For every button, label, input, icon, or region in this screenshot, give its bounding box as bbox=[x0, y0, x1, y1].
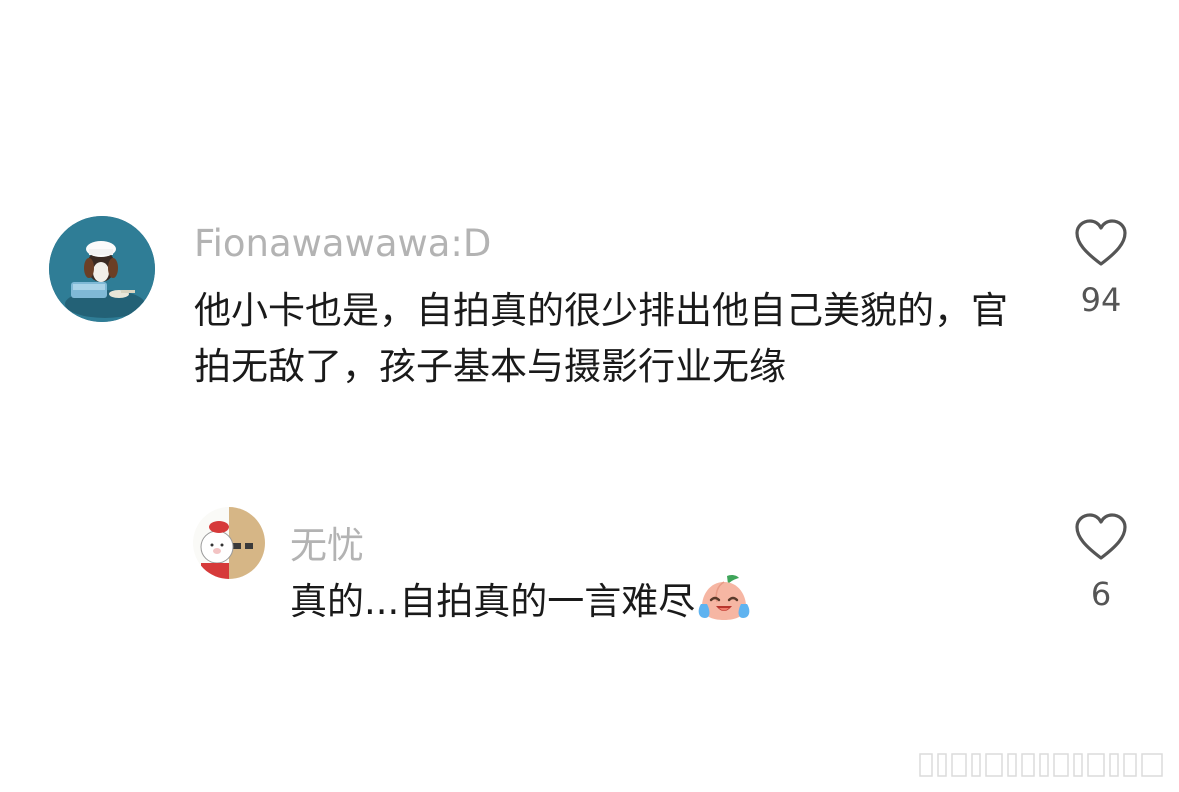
username[interactable]: 无忧 bbox=[290, 515, 364, 569]
like-button[interactable]: 94 bbox=[1071, 219, 1131, 319]
user-avatar[interactable] bbox=[193, 507, 265, 579]
watermark-graphic bbox=[918, 750, 1168, 780]
like-count: 6 bbox=[1090, 575, 1112, 613]
username[interactable]: Fionawawawa:D bbox=[194, 222, 491, 265]
heart-icon[interactable] bbox=[1074, 219, 1128, 267]
comment-text: 他小卡也是，自拍真的很少排出他自己美貌的，官拍无敌了，孩子基本与摄影行业无缘 bbox=[194, 289, 1008, 388]
like-count: 94 bbox=[1080, 281, 1122, 319]
user-avatar[interactable] bbox=[49, 216, 155, 322]
comment-text-content: 真的...自拍真的一言难尽 bbox=[290, 580, 696, 623]
like-button[interactable]: 6 bbox=[1071, 513, 1131, 613]
comment-text: 真的...自拍真的一言难尽 bbox=[290, 572, 990, 638]
crying-laughing-peach-emoji-icon bbox=[697, 572, 751, 638]
heart-icon[interactable] bbox=[1074, 513, 1128, 561]
